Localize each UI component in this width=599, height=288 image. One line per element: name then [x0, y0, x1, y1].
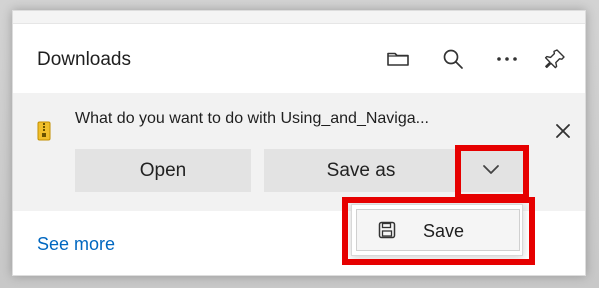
pin-icon[interactable] [541, 45, 569, 73]
screenshot-stage: Downloads What do you want to do with Us… [0, 0, 599, 288]
save-as-button[interactable]: Save as [264, 149, 458, 192]
search-icon[interactable] [439, 45, 467, 73]
chevron-down-icon [482, 162, 500, 180]
zip-file-icon [37, 121, 51, 141]
save-menu-item[interactable]: Save [356, 209, 520, 251]
more-options-icon[interactable] [493, 45, 521, 73]
downloads-header: Downloads [13, 33, 585, 85]
close-icon[interactable] [551, 119, 575, 143]
top-edge [13, 11, 585, 24]
open-button[interactable]: Open [75, 149, 251, 192]
download-prompt: What do you want to do with Using_and_Na… [13, 93, 585, 211]
save-icon [378, 221, 396, 239]
save-menu: Save [351, 204, 523, 256]
see-more-link[interactable]: See more [37, 234, 115, 255]
folder-icon[interactable] [384, 45, 412, 73]
page-title: Downloads [37, 49, 131, 70]
save-label: Save [423, 221, 465, 241]
download-question: What do you want to do with Using_and_Na… [75, 110, 429, 127]
downloads-panel: Downloads What do you want to do with Us… [12, 10, 586, 276]
more-save-options-button[interactable] [459, 149, 523, 192]
